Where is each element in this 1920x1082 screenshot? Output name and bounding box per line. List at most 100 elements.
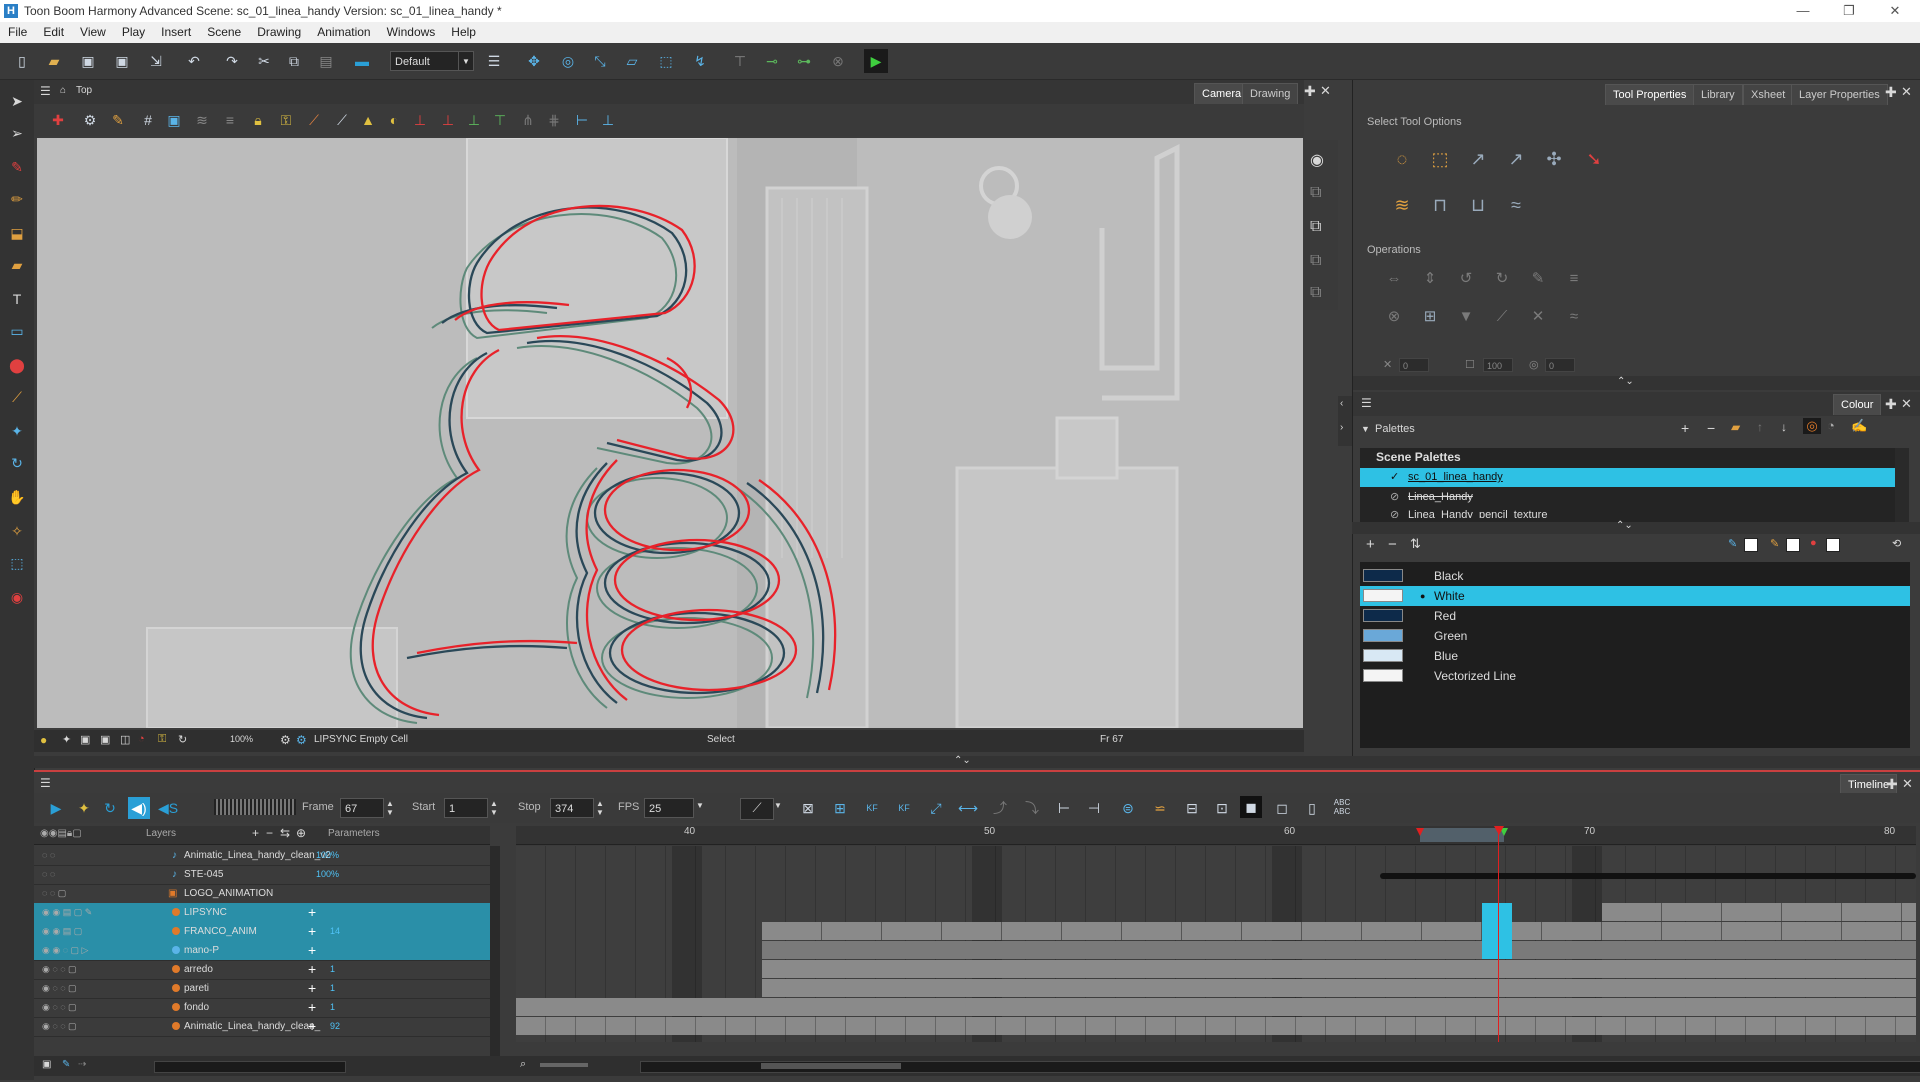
colour-item[interactable]: Blue [1360, 646, 1910, 666]
exposure-block[interactable] [516, 1017, 1916, 1035]
eraser-icon[interactable]: ▰ [6, 254, 28, 276]
breadcrumb[interactable]: Top [76, 85, 92, 96]
close-view-icon[interactable]: ✕ [1320, 83, 1331, 99]
palette-splitter[interactable]: ⌃⌄ [1352, 520, 1920, 534]
save-as-icon[interactable]: ▣ [112, 51, 132, 71]
playback-speed-slider[interactable] [214, 799, 296, 815]
rotate-cw-icon[interactable]: ↻ [1491, 268, 1513, 290]
rotate-icon[interactable]: ◎ [558, 51, 578, 71]
apply-to-frames-icon[interactable]: ⊔ [1465, 192, 1491, 218]
exposure-block[interactable] [1602, 903, 1916, 921]
layer-param[interactable]: 100% [316, 865, 339, 884]
ruler-icon[interactable]: ⟋ [304, 110, 324, 130]
close-timeline-panel-icon[interactable]: ✕ [1902, 776, 1913, 792]
eye-icon[interactable]: ◉ ◌ ◌ ▢ [42, 960, 77, 979]
selected-cells[interactable] [1482, 903, 1512, 959]
layer-settings-icon[interactable]: ⊕ [296, 826, 306, 840]
horizon-icon[interactable]: ⊥ [438, 110, 458, 130]
add-keyframe-icon[interactable]: + [308, 922, 316, 941]
spline-offset-icon[interactable]: ↯ [690, 51, 710, 71]
pencil-icon[interactable]: ✏ [6, 188, 28, 210]
new-scene-icon[interactable]: ▯ [12, 51, 32, 71]
distribute-icon[interactable]: ≡ [1563, 268, 1585, 290]
layer-tools-icon[interactable]: ⇆ [280, 826, 290, 840]
add-keyframe-icon[interactable]: + [308, 979, 316, 998]
link-icon[interactable]: ⇢ [78, 1059, 86, 1070]
add-keyframe-icon[interactable]: + [308, 1017, 316, 1036]
interpolation-select[interactable]: ⟋ [740, 798, 774, 820]
morphing-icon[interactable]: ✧ [6, 520, 28, 542]
sound-icon[interactable]: ◀︎) [128, 797, 150, 819]
frame-field[interactable]: 67 [340, 798, 384, 818]
text-tool-icon[interactable]: T [6, 288, 28, 310]
menu-help[interactable]: Help [443, 22, 484, 43]
chevron-up-down-icon[interactable]: ⌃⌄ [954, 755, 971, 766]
rotate-ccw-icon[interactable]: ↺ [1455, 268, 1477, 290]
layer-param[interactable]: 1 [330, 998, 335, 1017]
workspace-select[interactable]: Default ▼ [390, 51, 474, 71]
permanent-selection-icon[interactable]: ≋ [1389, 192, 1415, 218]
add-keyframe-icon[interactable]: + [308, 903, 316, 922]
fill-colour-icon[interactable]: ● [1810, 537, 1817, 549]
panel-collapse-handle[interactable]: ‹ › [1338, 396, 1352, 446]
bone-icon[interactable]: ⊸ [762, 51, 782, 71]
move-up-icon[interactable]: ↑ [1757, 420, 1763, 434]
remove-palette-icon[interactable]: − [1707, 420, 1715, 436]
palette-mode-icon[interactable]: ◎ [1803, 418, 1821, 434]
onion-skin-toggle-icon[interactable]: ⊜ [1118, 798, 1138, 818]
onion-icon[interactable]: ◔ [138, 733, 145, 745]
open-scene-icon[interactable]: ▰ [44, 51, 64, 71]
menu-edit[interactable]: Edit [35, 22, 72, 43]
dropper-icon[interactable]: ⟋ [6, 386, 28, 408]
playhead[interactable] [1498, 826, 1499, 1042]
eye-icon[interactable]: ◉ ◉ ▤ ▢ ✎ [42, 903, 92, 922]
pen-icon[interactable]: ✎ [62, 1059, 70, 1070]
tab-drawing[interactable]: Drawing [1242, 83, 1299, 104]
ease-in-icon[interactable]: ⤴ [990, 798, 1010, 818]
brush-icon[interactable]: ✎ [6, 156, 28, 178]
timeline-footer-icon[interactable]: ▣ [42, 1059, 51, 1070]
tab-layer-properties[interactable]: Layer Properties [1791, 84, 1888, 105]
reorder-icon[interactable]: ▼ [1455, 306, 1477, 328]
sound-scrub-icon[interactable]: ◀S [158, 798, 178, 818]
remove-dirt-icon[interactable]: ✕ [1527, 306, 1549, 328]
menu-windows[interactable]: Windows [379, 22, 444, 43]
add-panel-icon[interactable]: ✚ [1885, 84, 1897, 101]
width-field[interactable]: 0 [1399, 358, 1429, 372]
workspace-manager-icon[interactable]: ☰ [484, 51, 504, 71]
settings-gear-icon[interactable]: ⚙ [80, 110, 100, 130]
apply-to-all-icon[interactable]: ⊓ [1427, 192, 1453, 218]
animate-icon[interactable]: ✚ [48, 110, 68, 130]
safe-area-icon[interactable]: ▣ [164, 110, 184, 130]
chevron-up-down-icon[interactable]: ⌃⌄ [1617, 376, 1634, 387]
timeline-grid[interactable] [516, 826, 1916, 1042]
frame-stepper-icon[interactable]: ▲ ▼ [386, 799, 394, 817]
fps-field[interactable]: 25 [644, 798, 694, 818]
save-icon[interactable]: ▣ [78, 51, 98, 71]
add-view-icon[interactable]: ✚ [1304, 83, 1316, 100]
layers-all-icon[interactable]: ⧉ [1310, 284, 1321, 302]
scale-icon[interactable]: ⤡ [590, 51, 610, 71]
angle-field[interactable]: 0 [1545, 358, 1575, 372]
camera-mask-icon[interactable]: ▣ [100, 733, 110, 746]
snap-grid-icon[interactable]: ✣ [1541, 146, 1567, 172]
duplicate-drawing-icon[interactable]: ⊞ [830, 798, 850, 818]
ease-out-icon[interactable]: ⤵ [1022, 798, 1042, 818]
add-keyframe-icon[interactable]: + [308, 960, 316, 979]
smooth-icon[interactable]: ✎ [1527, 268, 1549, 290]
colour-item[interactable]: Green [1360, 626, 1910, 646]
exposure-block[interactable] [516, 998, 1916, 1016]
onion-range[interactable] [1420, 828, 1504, 842]
stop-field[interactable]: 374 [550, 798, 594, 818]
copy-icon[interactable]: ⧉ [284, 51, 304, 71]
convert-icon[interactable]: ≈ [1563, 306, 1585, 328]
tab-library[interactable]: Library [1693, 84, 1743, 105]
snap-contour-icon[interactable]: ↗ [1465, 146, 1491, 172]
harmony-go-icon[interactable]: ▶ [864, 49, 888, 73]
eye-icon[interactable]: ◌ ◌ [42, 846, 55, 865]
restore-icon[interactable]: ❐ [1826, 0, 1872, 22]
tab-camera[interactable]: Camera [1194, 83, 1250, 104]
tab-xsheet[interactable]: Xsheet [1743, 84, 1794, 105]
colour-item[interactable]: Vectorized Line [1360, 666, 1910, 686]
layer-param[interactable]: 100% [316, 846, 339, 865]
